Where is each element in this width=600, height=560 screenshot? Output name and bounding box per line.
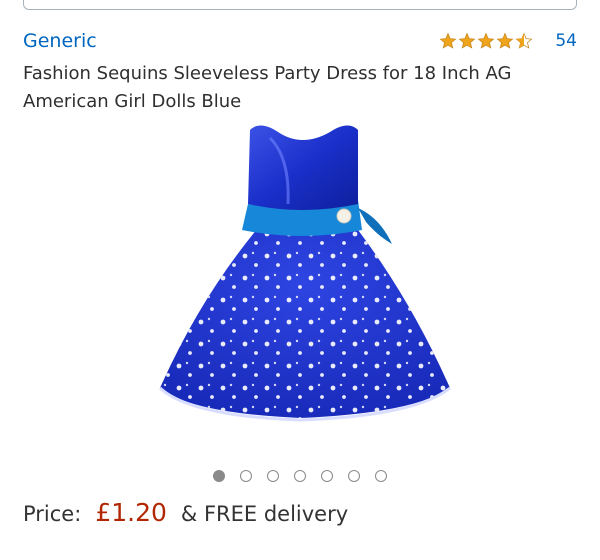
star-icon (496, 32, 514, 49)
search-bar[interactable] (23, 0, 577, 10)
delivery-text: & FREE delivery (180, 502, 349, 526)
star-icon (477, 32, 495, 49)
carousel-dot[interactable] (375, 470, 387, 482)
price-row: Price: £1.20 & FREE delivery (23, 498, 348, 527)
image-carousel-indicator[interactable] (0, 470, 600, 482)
carousel-dot[interactable] (240, 470, 252, 482)
carousel-dot[interactable] (348, 470, 360, 482)
product-image[interactable] (130, 118, 470, 448)
rating-count[interactable]: 54 (555, 31, 577, 51)
carousel-dot[interactable] (213, 470, 225, 482)
product-title: Fashion Sequins Sleeveless Party Dress f… (23, 63, 512, 112)
brand-link[interactable]: Generic (23, 30, 97, 52)
price-value: £1.20 (95, 498, 167, 527)
price-label: Price: (23, 502, 82, 526)
star-icon (439, 32, 457, 49)
carousel-dot[interactable] (321, 470, 333, 482)
carousel-dot[interactable] (294, 470, 306, 482)
half-star-icon (515, 32, 533, 49)
dress-image (158, 125, 451, 422)
rating-widget[interactable]: 54 (439, 31, 577, 51)
star-rating (439, 32, 533, 50)
carousel-dot[interactable] (267, 470, 279, 482)
star-icon (458, 32, 476, 49)
